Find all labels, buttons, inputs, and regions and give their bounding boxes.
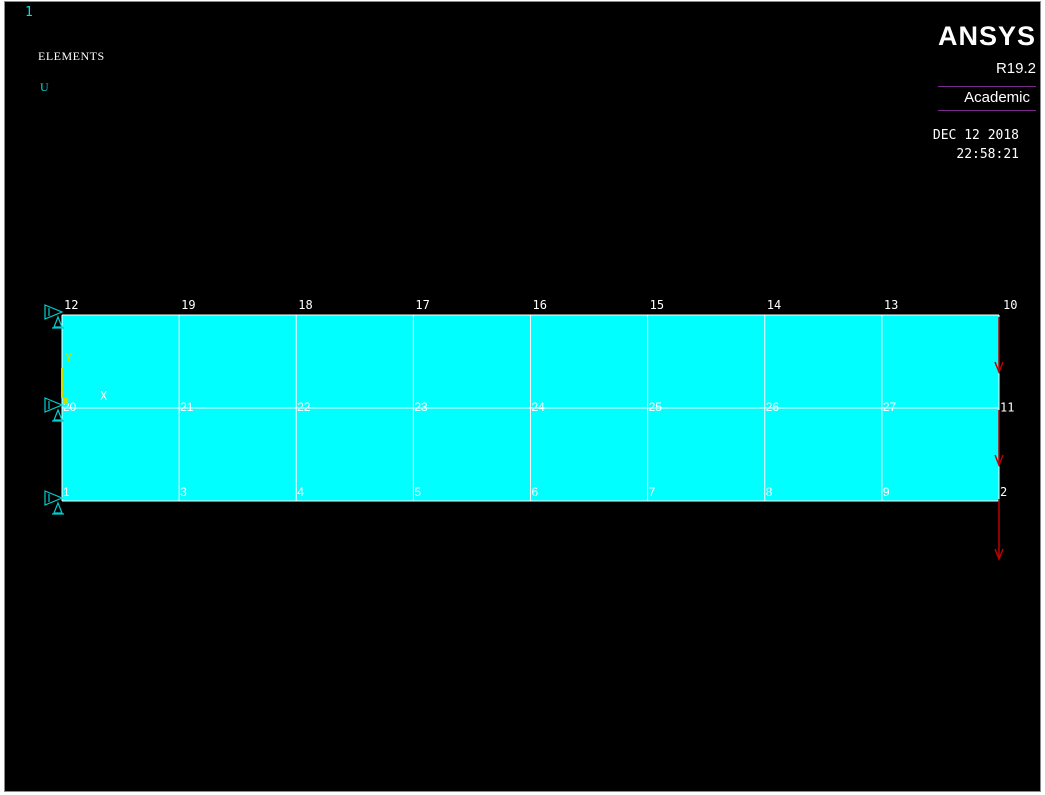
origin-marker [63, 398, 68, 404]
node-label-top: 12 [64, 298, 78, 312]
node-label-mid: 27 [883, 400, 897, 414]
node-label-mid: 11 [1000, 401, 1014, 415]
node-label-bottom: 4 [297, 485, 304, 499]
node-label-bottom: 5 [414, 485, 421, 499]
node-label-mid: 24 [532, 400, 546, 414]
node-label-mid: 22 [297, 400, 311, 414]
constraint-icon [44, 304, 64, 320]
node-label-bottom: 9 [883, 485, 890, 499]
node-label-mid: 21 [180, 400, 194, 414]
constraint-icon [44, 490, 64, 506]
node-label-top: 15 [650, 298, 664, 312]
graphics-window[interactable]: 1 ELEMENTS U ANSYS R19.2 Academic DEC 12… [4, 1, 1041, 792]
y-axis-label: Y [65, 351, 73, 365]
node-label-mid: 25 [649, 400, 663, 414]
node-label-bottom: 3 [180, 485, 187, 499]
mesh-plot[interactable]: 12 19 18 17 16 15 14 13 1020 21 22 23 24 25 26 27 111 3 4 5… [5, 2, 1041, 792]
node-label-top: 13 [884, 298, 898, 312]
node-label-top: 19 [181, 298, 195, 312]
node-label-bottom: 7 [649, 485, 656, 499]
node-label-bottom: 8 [766, 485, 773, 499]
node-label-bottom: 6 [532, 485, 539, 499]
node-label-top: 16 [533, 298, 547, 312]
constraint-icon [44, 397, 64, 413]
node-label-top: 14 [767, 298, 781, 312]
node-label-top: 18 [298, 298, 312, 312]
node-label-top: 17 [415, 298, 429, 312]
x-axis-label: X [100, 389, 108, 403]
node-label-top: 10 [1003, 298, 1017, 312]
node-label-mid: 23 [414, 400, 428, 414]
constraint-icon [52, 501, 64, 515]
node-label-mid: 26 [766, 400, 780, 414]
node-label-bottom: 1 [63, 485, 70, 499]
node-label-bottom: 2 [1000, 485, 1007, 499]
